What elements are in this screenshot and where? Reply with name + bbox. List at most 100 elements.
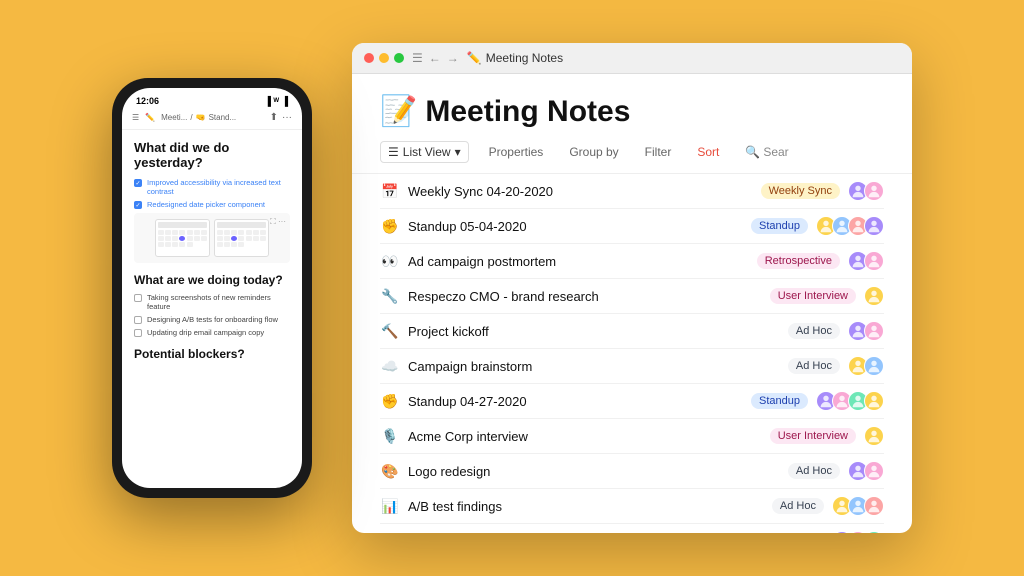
row-avatars: [864, 426, 884, 446]
phone-status-bar: 12:06 ▐ ᵂ ▐: [122, 88, 302, 110]
forward-icon[interactable]: →: [447, 51, 459, 65]
properties-button[interactable]: Properties: [483, 142, 550, 162]
checkbox-empty-2[interactable]: [134, 316, 142, 324]
row-avatars: [816, 391, 884, 411]
breadcrumb-emoji: 🤜: [196, 113, 206, 122]
row-title: Ad campaign postmortem: [408, 254, 749, 269]
row-title: Campaign brainstorm: [408, 359, 780, 374]
minimize-button[interactable]: [379, 53, 389, 63]
calendar-right: [214, 219, 269, 257]
unchecked-item-1: Taking screenshots of new reminders feat…: [134, 293, 290, 311]
row-icon: 🎙️: [380, 428, 400, 445]
search-icon: 🔍: [745, 145, 760, 159]
hamburger-icon[interactable]: ☰: [132, 113, 139, 122]
row-avatars: [848, 181, 884, 201]
browser-title-bar: ✏️ Meeting Notes: [467, 51, 563, 65]
expand-icon[interactable]: ⛶ ···: [270, 217, 286, 227]
search-button[interactable]: 🔍 Sear: [739, 142, 794, 162]
table-row[interactable]: 🔧Respeczo CMO - brand researchUser Inter…: [380, 279, 884, 314]
row-tag: User Interview: [770, 288, 856, 304]
sort-button[interactable]: Sort: [691, 142, 725, 162]
row-avatars: [848, 461, 884, 481]
row-title: Standup 05-04-2020: [408, 219, 743, 234]
filter-button[interactable]: Filter: [639, 142, 678, 162]
table-row[interactable]: 🎨Logo redesignAd Hoc: [380, 454, 884, 489]
table-row[interactable]: 👀 Ad campaign postmortem Retrospective: [380, 244, 884, 279]
checkbox-empty-1[interactable]: [134, 294, 142, 302]
row-tag: Retrospective: [757, 253, 840, 269]
row-avatars: [848, 356, 884, 376]
row-title: Standup 04-27-2020: [408, 394, 743, 409]
traffic-lights: [364, 53, 404, 63]
row-title: Logo redesign: [408, 464, 780, 479]
phone-status-icons: ▐ ᵂ ▐: [265, 96, 288, 106]
row-title: Respeczo CMO - brand research: [408, 289, 762, 304]
row-tag: Ad Hoc: [788, 358, 840, 374]
avatar: [864, 391, 884, 411]
calendar-preview: ⛶ ···: [134, 213, 290, 263]
row-avatars: [832, 531, 884, 533]
list-icon: ☰: [388, 145, 399, 159]
unchecked-item-3: Updating drip email campaign copy: [134, 328, 290, 337]
row-title: Project kickoff: [408, 324, 780, 339]
checkbox-checked-1[interactable]: ✓: [134, 179, 142, 187]
table-row[interactable]: ✊Standup 05-11-2020Standup: [380, 524, 884, 533]
table-row[interactable]: 📊A/B test findingsAd Hoc: [380, 489, 884, 524]
table-row[interactable]: ✊Standup 05-04-2020Standup: [380, 209, 884, 244]
chevron-down-icon: ▾: [455, 145, 461, 159]
checkbox-checked-2[interactable]: ✓: [134, 201, 142, 209]
row-avatars: [816, 216, 884, 236]
row-title: A/B test findings: [408, 499, 764, 514]
avatar: [864, 461, 884, 481]
checkbox-empty-3[interactable]: [134, 329, 142, 337]
menu-icon[interactable]: ☰: [412, 51, 423, 65]
title-emoji: 📝: [380, 94, 417, 129]
pencil-icon: ✏️: [145, 113, 155, 122]
row-tag: Weekly Sync: [761, 183, 840, 199]
phone-nav-actions: ⬆ ···: [270, 112, 292, 123]
breadcrumb-part2[interactable]: Stand...: [209, 113, 237, 122]
maximize-button[interactable]: [394, 53, 404, 63]
row-icon: 🎨: [380, 463, 400, 480]
phone-screen: 12:06 ▐ ᵂ ▐ ☰ ✏️ Meeti... / 🤜 Stand... ⬆…: [122, 88, 302, 488]
meeting-notes-table: 📅Weekly Sync 04-20-2020Weekly Sync✊Stand…: [352, 174, 912, 533]
more-icon[interactable]: ···: [282, 112, 292, 123]
table-row[interactable]: ☁️ Campaign brainstorm Ad Hoc: [380, 349, 884, 384]
checked-item-1: ✓ Improved accessibility via increased t…: [134, 178, 290, 196]
browser-chrome: ☰ ← → ✏️ Meeting Notes: [352, 43, 912, 74]
row-avatars: [848, 251, 884, 271]
row-icon: ☁️: [380, 358, 400, 375]
table-row[interactable]: 🔨 Project kickoff Ad Hoc: [380, 314, 884, 349]
calendar-left: [155, 219, 210, 257]
phone-mockup: 12:06 ▐ ᵂ ▐ ☰ ✏️ Meeti... / 🤜 Stand... ⬆…: [112, 78, 312, 498]
avatar: [832, 531, 852, 533]
table-row[interactable]: ✊Standup 04-27-2020Standup: [380, 384, 884, 419]
avatar: [864, 496, 884, 516]
row-title: Acme Corp interview: [408, 429, 762, 444]
row-icon: ✊: [380, 393, 400, 410]
table-row[interactable]: 📅 Weekly Sync 04-20-2020 Weekly Sync: [380, 174, 884, 209]
row-icon: 👀: [380, 253, 400, 270]
group-by-button[interactable]: Group by: [563, 142, 624, 162]
avatar: [864, 426, 884, 446]
phone-nav: ☰ ✏️ Meeti... / 🤜 Stand... ⬆ ···: [122, 110, 302, 130]
table-row[interactable]: 🎙️Acme Corp interviewUser Interview: [380, 419, 884, 454]
breadcrumb-part1[interactable]: Meeti...: [161, 113, 187, 122]
row-avatars: [864, 286, 884, 306]
unchecked-item-2: Designing A/B tests for onboarding flow: [134, 315, 290, 324]
scene: 12:06 ▐ ᵂ ▐ ☰ ✏️ Meeti... / 🤜 Stand... ⬆…: [0, 0, 1024, 576]
row-title: Weekly Sync 04-20-2020: [408, 184, 753, 199]
row-icon: 🔨: [380, 323, 400, 340]
avatar: [864, 356, 884, 376]
share-icon[interactable]: ⬆: [270, 112, 278, 123]
avatar: [864, 181, 884, 201]
close-button[interactable]: [364, 53, 374, 63]
row-icon: 📅: [380, 183, 400, 200]
notion-page-title: 📝 Meeting Notes: [380, 94, 884, 129]
checked-item-2: ✓ Redesigned date picker component: [134, 200, 290, 209]
row-icon: ✊: [380, 218, 400, 235]
back-icon[interactable]: ←: [429, 51, 441, 65]
row-tag: Ad Hoc: [788, 323, 840, 339]
list-view-button[interactable]: ☰ List View ▾: [380, 141, 469, 163]
row-tag: Ad Hoc: [772, 498, 824, 514]
